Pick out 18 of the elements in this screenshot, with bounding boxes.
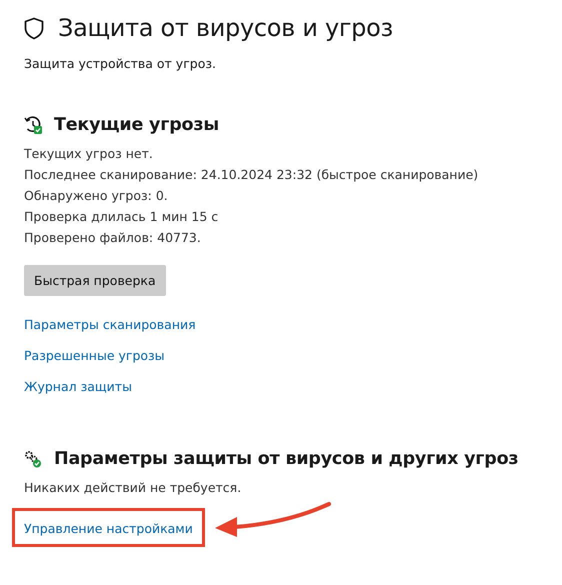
status-text: Обнаружено угроз: 0. [24, 187, 169, 205]
status-text: Текущих угроз нет. [24, 145, 154, 163]
section-heading: Текущие угрозы [54, 115, 219, 135]
quick-scan-button[interactable]: Быстрая проверка [24, 265, 166, 296]
settings-link[interactable]: Управление настройками [24, 521, 193, 536]
settings-link[interactable]: Параметры сканирования [24, 317, 196, 332]
shield-icon [24, 16, 44, 40]
section-heading: Параметры защиты от вирусов и других угроз [54, 449, 518, 469]
page-subtitle: Защита устройства от угроз. [24, 56, 217, 71]
settings-link[interactable]: Разрешенные угрозы [24, 348, 165, 363]
status-text: Проверено файлов: 40773. [24, 229, 202, 247]
gears-check-icon [24, 450, 42, 468]
history-check-icon [24, 116, 42, 134]
status-text: Последнее сканирование: 24.10.2024 23:32 (быстрое сканирование) [24, 166, 480, 184]
settings-link[interactable]: Журнал защиты [24, 379, 132, 394]
status-text: Проверка длилась 1 мин 15 с [24, 208, 220, 226]
page-title: Защита от вирусов и угроз [58, 14, 393, 42]
status-text: Никаких действий не требуется. [24, 479, 242, 497]
